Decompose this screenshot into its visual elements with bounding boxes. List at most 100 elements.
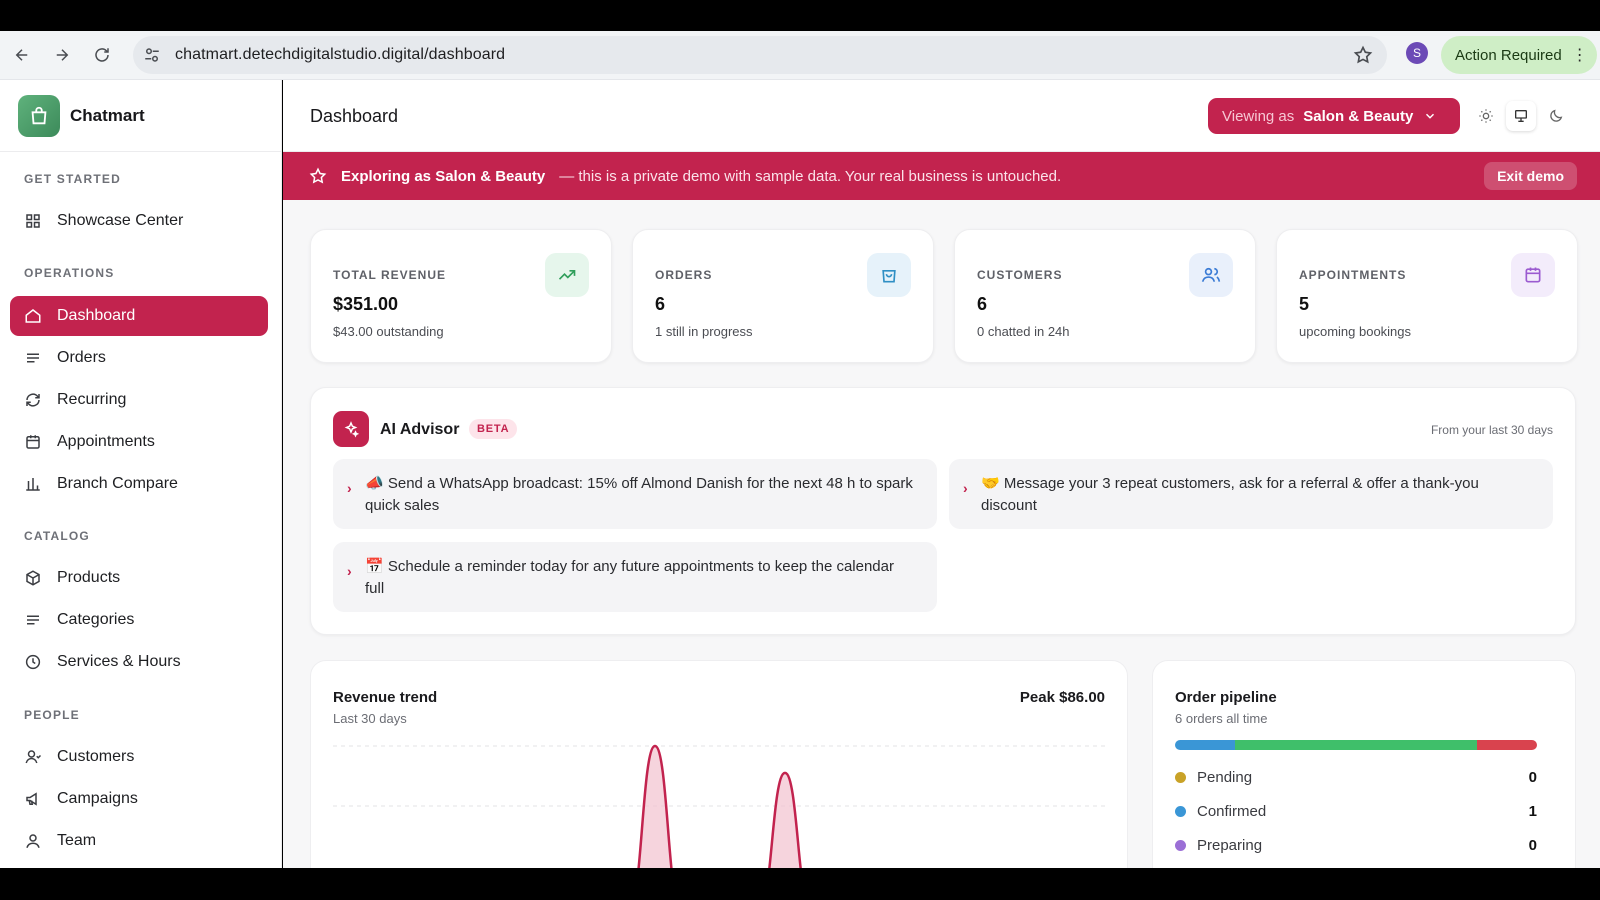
- stat-sub: 1 still in progress: [655, 324, 753, 339]
- status-dot: [1175, 771, 1186, 783]
- arrow-left-icon: [15, 49, 28, 61]
- refresh-icon: [26, 393, 40, 407]
- shopping-bag-icon: [867, 253, 911, 297]
- sidebar-item-showcase-center[interactable]: Showcase Center: [10, 201, 268, 241]
- reload-button[interactable]: [82, 35, 122, 75]
- ai-advisor-title: AI Advisor: [380, 421, 460, 438]
- stat-value: 6: [655, 294, 666, 314]
- back-button[interactable]: [2, 35, 42, 75]
- exit-demo-button[interactable]: Exit demo: [1484, 162, 1577, 190]
- pipeline-title: Order pipeline: [1175, 689, 1277, 706]
- dark-theme-button[interactable]: [1541, 101, 1571, 131]
- pipeline-row-count: 0: [1528, 768, 1537, 786]
- advisor-tip[interactable]: › 📣 Send a WhatsApp broadcast: 15% off A…: [333, 459, 937, 529]
- address-bar[interactable]: chatmart.detechdigitalstudio.digital/das…: [133, 36, 1387, 74]
- kebab-menu-icon[interactable]: ⋮: [1572, 45, 1588, 65]
- pipeline-row-preparing: Preparing 0: [1175, 833, 1537, 857]
- sidebar-item-label: Showcase Center: [57, 212, 184, 229]
- advisor-tip[interactable]: › 📅 Schedule a reminder today for any fu…: [333, 542, 937, 612]
- pipeline-subtitle: 6 orders all time: [1175, 711, 1268, 726]
- page-title: Dashboard: [310, 106, 399, 126]
- brand[interactable]: Chatmart: [0, 80, 281, 152]
- viewing-as-value: Salon & Beauty: [1303, 107, 1414, 125]
- advisor-tip[interactable]: › 🤝 Message your 3 repeat customers, ask…: [949, 459, 1553, 529]
- stat-value: 5: [1299, 294, 1310, 314]
- viewing-as-prefix: Viewing as: [1222, 107, 1295, 125]
- beta-badge: BETA: [469, 419, 518, 439]
- pipeline-segment-cancelled: [1476, 740, 1537, 750]
- pipeline-row-pending: Pending 0: [1175, 765, 1537, 789]
- stat-card-customers: CUSTOMERS 6 0 chatted in 24h: [954, 229, 1256, 363]
- demo-banner-title: Exploring as Salon & Beauty: [341, 167, 546, 185]
- pipeline-bar: [1175, 740, 1537, 750]
- home-icon: [25, 309, 41, 323]
- sidebar-item-campaigns[interactable]: Campaigns: [10, 779, 268, 819]
- section-label-get-started: GET STARTED: [24, 172, 121, 186]
- sidebar-item-label: Team: [57, 832, 97, 849]
- sidebar-item-label: Customers: [57, 748, 135, 765]
- pipeline-segment-completed: [1235, 740, 1477, 750]
- sidebar-item-label: Appointments: [57, 433, 155, 450]
- trending-up-icon: [545, 253, 589, 297]
- site-settings-icon[interactable]: [143, 46, 161, 64]
- reload-icon: [95, 48, 109, 62]
- forward-button[interactable]: [42, 35, 82, 75]
- sidebar-item-categories[interactable]: Categories: [10, 600, 268, 640]
- letterbox-top: [0, 0, 1600, 31]
- stat-value: $351.00: [333, 294, 399, 314]
- sidebar-item-dashboard[interactable]: Dashboard: [10, 296, 268, 336]
- stat-label: ORDERS: [655, 268, 713, 282]
- topbar: Dashboard Viewing as Salon & Beauty: [283, 80, 1600, 152]
- sidebar-item-orders[interactable]: Orders: [10, 338, 268, 378]
- revenue-trend-card: Revenue trend Last 30 days Peak $86.00: [310, 660, 1128, 868]
- status-dot: [1175, 805, 1186, 817]
- advisor-tip-text: 🤝 Message your 3 repeat customers, ask f…: [981, 475, 1479, 514]
- pipeline-row-count: 0: [1528, 836, 1537, 854]
- grid-icon: [26, 214, 40, 228]
- calendar-icon: [1511, 253, 1555, 297]
- user-icon: [25, 750, 42, 764]
- sidebar-item-services-hours[interactable]: Services & Hours: [10, 642, 268, 682]
- stat-sub: 0 chatted in 24h: [977, 324, 1070, 339]
- order-pipeline-card: Order pipeline 6 orders all time Pending…: [1152, 660, 1576, 868]
- sidebar-item-label: Services & Hours: [57, 653, 181, 670]
- ai-advisor-card: AI Advisor BETA From your last 30 days ›…: [310, 387, 1576, 635]
- profile-avatar[interactable]: S: [1406, 42, 1428, 64]
- sidebar-item-appointments[interactable]: Appointments: [10, 422, 268, 462]
- chart-title: Revenue trend: [333, 689, 438, 706]
- stat-card-total-revenue: TOTAL REVENUE $351.00 $43.00 outstanding: [310, 229, 612, 363]
- stat-value: 6: [977, 294, 988, 314]
- section-label-operations: OPERATIONS: [24, 266, 115, 280]
- megaphone-icon: [26, 792, 37, 806]
- advisor-tip-text: 📅 Schedule a reminder today for any futu…: [365, 558, 894, 597]
- sidebar: Chatmart GET STARTED Showcase Center OPE…: [0, 80, 282, 868]
- sidebar-item-recurring[interactable]: Recurring: [10, 380, 268, 420]
- viewing-as-dropdown[interactable]: Viewing as Salon & Beauty: [1208, 98, 1460, 134]
- sparkles-icon: [333, 411, 369, 447]
- system-theme-button[interactable]: [1505, 101, 1536, 131]
- chart-peak: Peak $86.00: [1019, 689, 1105, 706]
- pipeline-row-label: Pending: [1197, 768, 1253, 786]
- letterbox-bottom: [0, 868, 1600, 900]
- pipeline-segment-confirmed: [1175, 740, 1236, 750]
- lines-icon: [27, 615, 39, 625]
- advisor-tip-text: 📣 Send a WhatsApp broadcast: 15% off Alm…: [365, 475, 913, 514]
- sidebar-item-branch-compare[interactable]: Branch Compare: [10, 464, 268, 504]
- pipeline-row-label: Confirmed: [1197, 802, 1267, 820]
- stat-sub: $43.00 outstanding: [333, 324, 444, 339]
- sidebar-item-products[interactable]: Products: [10, 558, 268, 598]
- lines-icon: [27, 353, 39, 363]
- action-required-button[interactable]: Action Required ⋮: [1441, 36, 1597, 74]
- sidebar-item-label: Branch Compare: [57, 475, 178, 492]
- chevron-down-icon: [1426, 113, 1435, 119]
- stat-card-orders: ORDERS 6 1 still in progress: [632, 229, 934, 363]
- sidebar-item-team[interactable]: Team: [10, 821, 268, 861]
- moon-icon: [1549, 109, 1562, 122]
- bookmark-star-icon[interactable]: [1353, 45, 1373, 65]
- sidebar-item-label: Recurring: [57, 391, 127, 408]
- sidebar-item-customers[interactable]: Customers: [10, 737, 268, 777]
- light-theme-button[interactable]: [1471, 101, 1501, 131]
- brand-logo: [18, 94, 60, 137]
- star-icon: [309, 167, 327, 184]
- url-text: chatmart.detechdigitalstudio.digital/das…: [175, 46, 506, 63]
